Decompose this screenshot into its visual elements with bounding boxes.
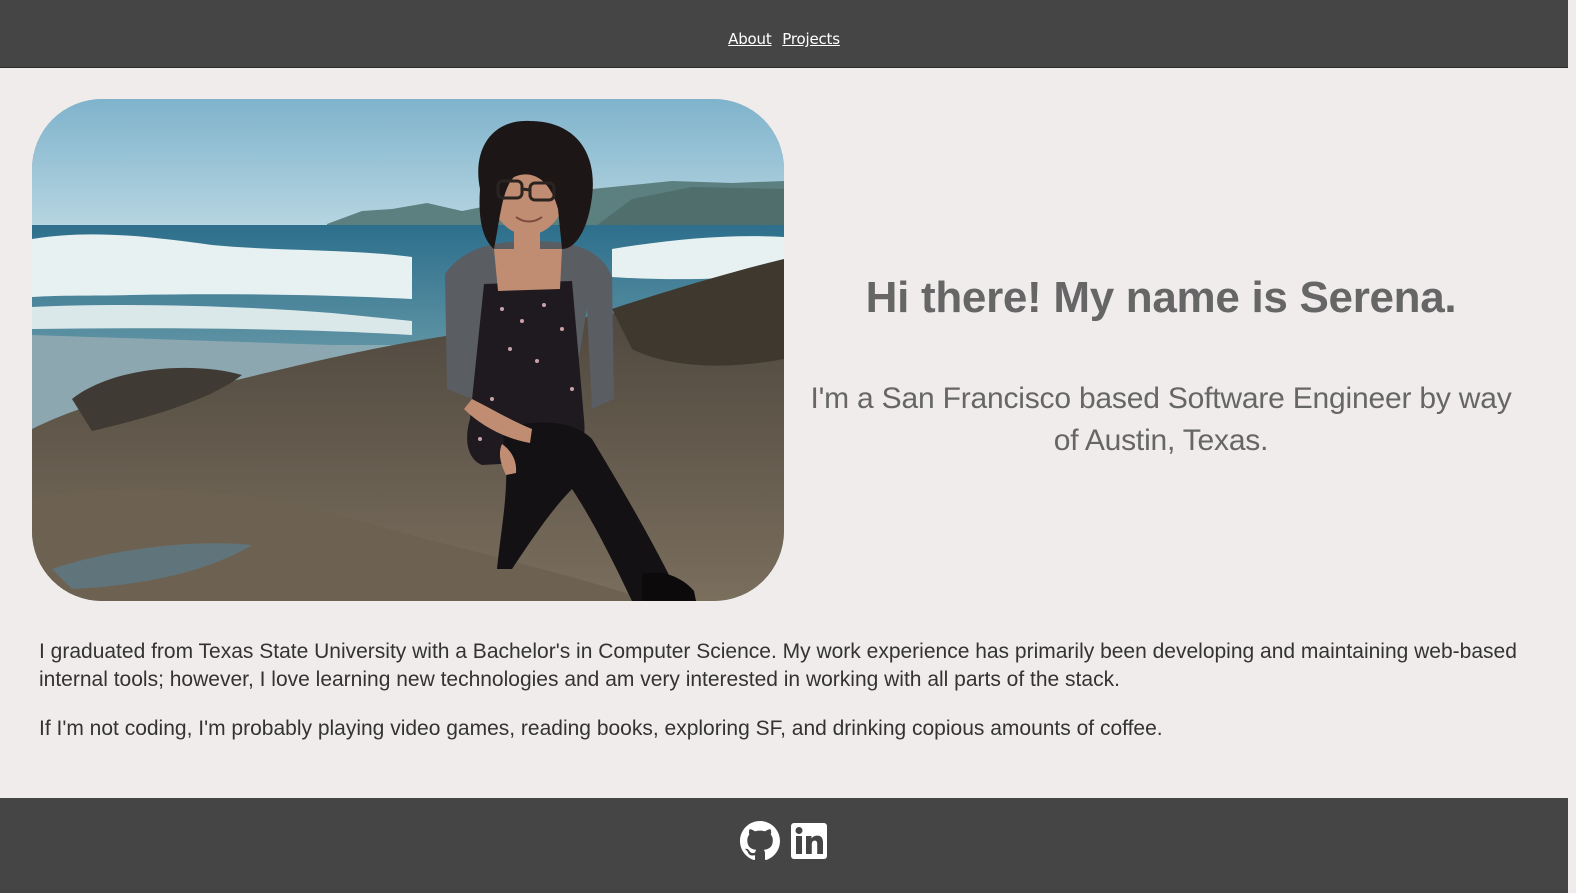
hero-title: Hi there! My name is Serena.: [865, 273, 1457, 322]
nav-link-about[interactable]: About: [728, 30, 772, 48]
profile-photo: [32, 99, 784, 601]
linkedin-icon: [791, 823, 827, 859]
social-links: [740, 821, 829, 861]
bio-section: I graduated from Texas State University …: [39, 638, 1539, 764]
bio-paragraph-education: I graduated from Texas State University …: [39, 640, 1517, 691]
site-header: About Projects: [0, 0, 1576, 68]
main-nav: About Projects: [0, 29, 1568, 49]
site-footer: [0, 798, 1576, 893]
github-icon: [740, 821, 780, 861]
hero-subtitle: I'm a San Francisco based Software Engin…: [810, 382, 1512, 457]
github-link[interactable]: [740, 821, 780, 861]
hero-intro: Hi there! My name is Serena. I'm a San F…: [796, 270, 1526, 462]
nav-link-projects[interactable]: Projects: [782, 30, 840, 48]
linkedin-link[interactable]: [789, 821, 829, 861]
bio-paragraph-hobbies: If I'm not coding, I'm probably playing …: [39, 717, 1163, 740]
scrollbar[interactable]: [1568, 0, 1576, 893]
